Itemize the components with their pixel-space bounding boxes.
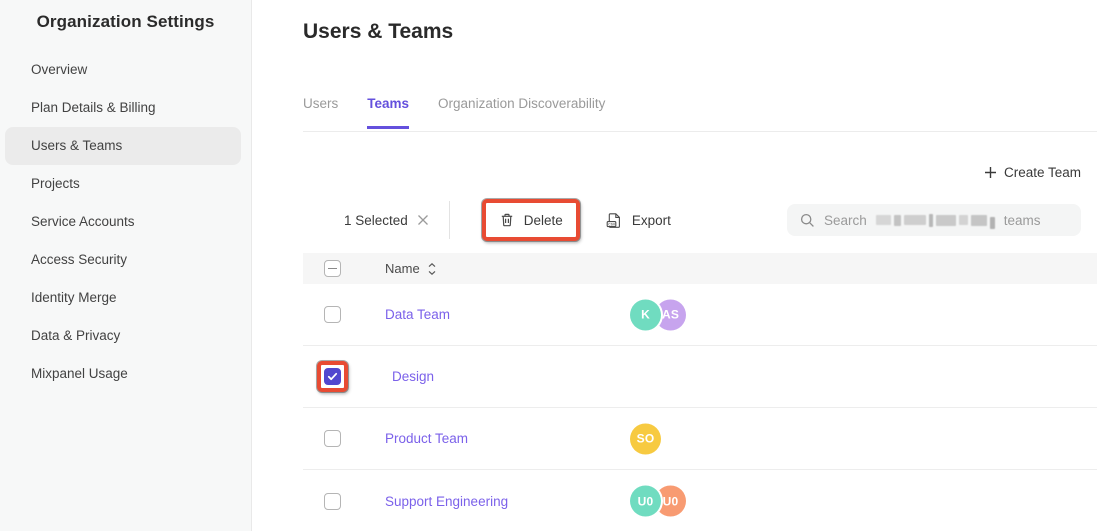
delete-label: Delete: [524, 213, 563, 228]
avatar: SO: [630, 423, 661, 454]
sidebar-item-plan-details-billing[interactable]: Plan Details & Billing: [0, 89, 251, 127]
sidebar: Organization Settings OverviewPlan Detai…: [0, 0, 252, 531]
trash-icon: [499, 212, 515, 228]
tab-teams[interactable]: Teams: [367, 96, 409, 129]
team-name-link[interactable]: Data Team: [385, 307, 450, 322]
tab-organization-discoverability[interactable]: Organization Discoverability: [438, 96, 605, 129]
sidebar-item-users-teams[interactable]: Users & Teams: [5, 127, 241, 165]
plus-icon: [984, 166, 997, 179]
redacted-text: [876, 212, 995, 229]
delete-button[interactable]: Delete: [486, 203, 576, 237]
annotation-box-delete: Delete: [482, 199, 580, 241]
csv-file-icon: csv: [606, 212, 623, 229]
row-checkbox[interactable]: [324, 493, 341, 510]
create-team-button[interactable]: Create Team: [984, 165, 1081, 180]
clear-selection-icon[interactable]: [417, 214, 429, 226]
row-checkbox[interactable]: [324, 306, 341, 323]
sidebar-item-service-accounts[interactable]: Service Accounts: [0, 203, 251, 241]
indeterminate-dash-icon: [328, 268, 337, 270]
table-row: Data Team KAS: [303, 284, 1097, 346]
avatar: K: [630, 299, 661, 330]
teams-table-body: Data Team KAS Design Product Team SO Sup…: [303, 284, 1097, 532]
search-placeholder-suffix: teams: [1004, 213, 1041, 228]
sidebar-title: Organization Settings: [0, 0, 251, 32]
name-column-header[interactable]: Name: [385, 261, 436, 276]
tab-bar: Users Teams Organization Discoverability: [303, 96, 605, 129]
row-checkbox[interactable]: [324, 368, 341, 385]
selected-count-label: 1 Selected: [344, 213, 408, 228]
avatar-stack: KAS: [630, 299, 686, 330]
annotation-box: [324, 430, 341, 447]
avatar-stack: U0U0: [630, 486, 686, 517]
sidebar-item-mixpanel-usage[interactable]: Mixpanel Usage: [0, 355, 251, 393]
svg-text:csv: csv: [608, 221, 616, 226]
avatar-stack: SO: [630, 423, 661, 454]
main-content: Users & Teams Users Teams Organization D…: [252, 0, 1108, 531]
annotation-box: [324, 306, 341, 323]
bulk-action-toolbar: 1 Selected Delete: [344, 198, 671, 242]
sidebar-item-overview[interactable]: Overview: [0, 51, 251, 89]
team-name-link[interactable]: Design: [392, 369, 434, 384]
annotation-box: [317, 361, 348, 392]
select-all-checkbox[interactable]: [324, 260, 341, 277]
team-name-link[interactable]: Support Engineering: [385, 494, 508, 509]
annotation-box: [324, 493, 341, 510]
sort-icon: [428, 263, 436, 275]
page-title: Users & Teams: [303, 20, 453, 44]
sidebar-item-data-privacy[interactable]: Data & Privacy: [0, 317, 251, 355]
teams-table: Name Data Team KAS Design: [303, 253, 1097, 532]
toolbar-divider: [449, 201, 450, 239]
create-team-label: Create Team: [1004, 165, 1081, 180]
tab-users[interactable]: Users: [303, 96, 338, 129]
export-label: Export: [632, 213, 671, 228]
sidebar-nav: OverviewPlan Details & BillingUsers & Te…: [0, 51, 251, 393]
export-button[interactable]: csv Export: [606, 212, 671, 229]
search-placeholder-prefix: Search: [824, 213, 867, 228]
sidebar-item-projects[interactable]: Projects: [0, 165, 251, 203]
avatar: U0: [630, 486, 661, 517]
team-name-link[interactable]: Product Team: [385, 431, 468, 446]
table-row: Support Engineering U0U0: [303, 470, 1097, 532]
table-header-row: Name: [303, 253, 1097, 284]
table-row: Product Team SO: [303, 408, 1097, 470]
search-input[interactable]: Search teams: [787, 204, 1081, 236]
sidebar-item-identity-merge[interactable]: Identity Merge: [0, 279, 251, 317]
table-row: Design: [303, 346, 1097, 408]
search-icon: [800, 213, 815, 228]
row-checkbox[interactable]: [324, 430, 341, 447]
tabs-divider: [303, 131, 1097, 132]
sidebar-item-access-security[interactable]: Access Security: [0, 241, 251, 279]
selection-indicator: 1 Selected: [344, 213, 429, 228]
